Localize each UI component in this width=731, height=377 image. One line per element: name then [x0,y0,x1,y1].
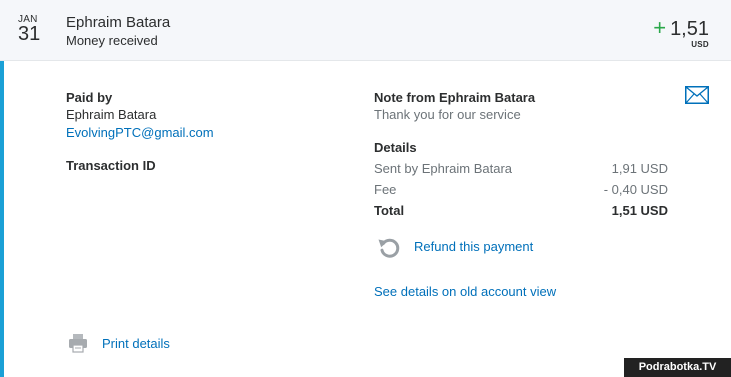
refund-payment-link[interactable]: Refund this payment [414,239,533,254]
mail-icon[interactable] [685,86,709,104]
note-heading: Note from Ephraim Batara [374,90,536,105]
transaction-amount: +1,51 [653,15,709,41]
detail-label-fee: Fee [374,182,397,197]
transaction-header[interactable]: JAN 31 Ephraim Batara Money received +1,… [0,0,731,61]
amount-sign: + [653,15,667,40]
old-account-view-link[interactable]: See details on old account view [374,284,556,299]
paid-by-heading: Paid by [66,90,113,105]
print-details-link[interactable]: Print details [102,336,170,351]
payer-email-link[interactable]: EvolvingPTC@gmail.com [66,125,214,140]
refund-icon[interactable] [377,235,401,259]
date-day: 31 [18,23,41,45]
detail-value-total: 1,51 USD [611,203,668,218]
amount-value: 1,51 [670,18,709,40]
transaction-id-heading: Transaction ID [66,158,156,173]
details-heading: Details [374,140,417,155]
payer-name: Ephraim Batara [66,107,157,122]
detail-label-total: Total [374,203,405,218]
amount-currency: USD [691,40,709,49]
counterparty-name: Ephraim Batara [66,14,171,31]
detail-value-fee: - 0,40 USD [603,182,668,197]
detail-value-sent: 1,91 USD [611,161,668,176]
printer-icon[interactable] [68,333,88,353]
note-text: Thank you for our service [374,107,521,122]
detail-label-sent: Sent by Ephraim Batara [374,161,513,176]
watermark: Podrabotka.TV [624,358,731,377]
transaction-type: Money received [66,33,158,48]
